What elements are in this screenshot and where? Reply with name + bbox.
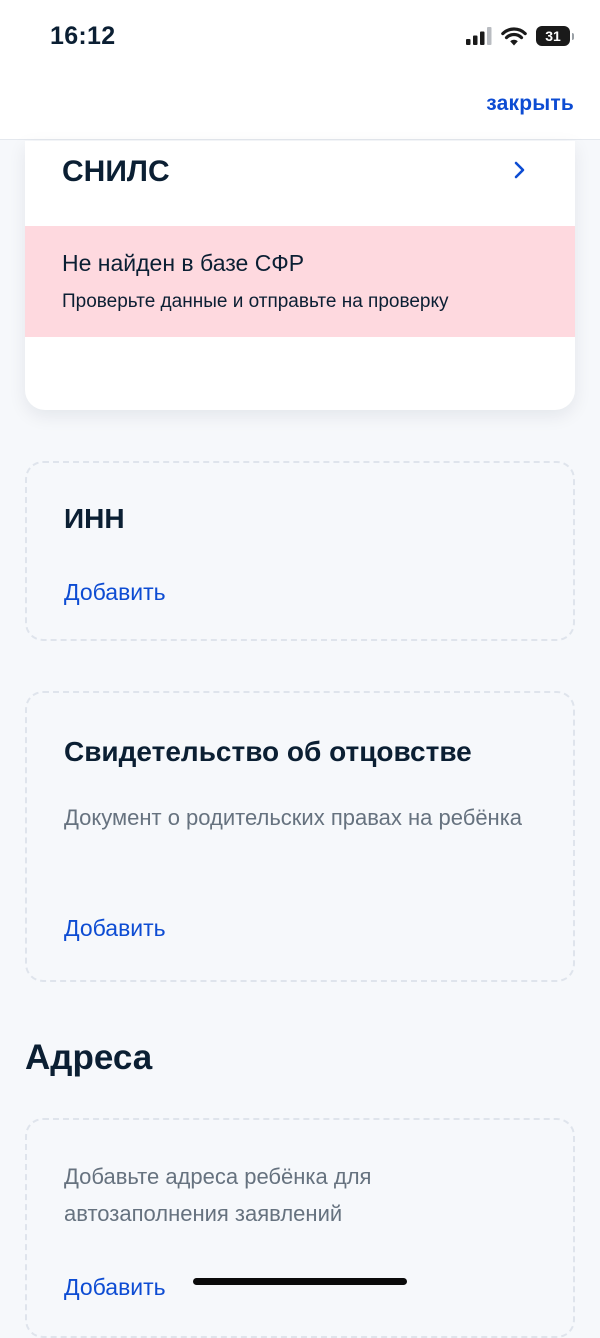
- inn-title: ИНН: [64, 503, 125, 534]
- nav-bar: закрыть: [0, 76, 600, 140]
- battery-icon: 31: [536, 26, 574, 46]
- inn-card: ИНН Добавить: [25, 461, 575, 641]
- wifi-icon: [501, 26, 527, 45]
- error-title: Не найден в базе СФР: [62, 250, 305, 276]
- snils-title: СНИЛС: [62, 155, 170, 188]
- error-text: Проверьте данные и отправьте на проверку: [62, 291, 449, 312]
- status-icons: 31: [466, 26, 574, 46]
- snils-card[interactable]: СНИЛС Не найден в базе СФР Проверьте дан…: [25, 141, 575, 410]
- battery-level: 31: [545, 28, 561, 44]
- chevron-right-icon[interactable]: [513, 161, 527, 179]
- addresses-card: Добавьте адреса ребёнка для автозаполнен…: [25, 1118, 575, 1338]
- home-indicator: [193, 1278, 407, 1285]
- status-bar: 16:12 31: [0, 0, 600, 76]
- cellular-signal-icon: [466, 27, 492, 45]
- paternity-card: Свидетельство об отцовстве Документ о ро…: [25, 691, 575, 982]
- snils-error-banner: Не найден в базе СФР Проверьте данные и …: [25, 226, 575, 337]
- paternity-description: Документ о родительских правах на ребёнк…: [64, 805, 523, 830]
- paternity-title: Свидетельство об отцовстве: [64, 736, 472, 767]
- status-time: 16:12: [50, 22, 116, 50]
- inn-add-button[interactable]: Добавить: [64, 579, 166, 606]
- addresses-section-title: Адреса: [25, 1038, 153, 1077]
- paternity-add-button[interactable]: Добавить: [64, 915, 166, 942]
- close-button[interactable]: закрыть: [486, 92, 574, 116]
- addresses-description: Добавьте адреса ребёнка для автозаполнен…: [64, 1164, 372, 1226]
